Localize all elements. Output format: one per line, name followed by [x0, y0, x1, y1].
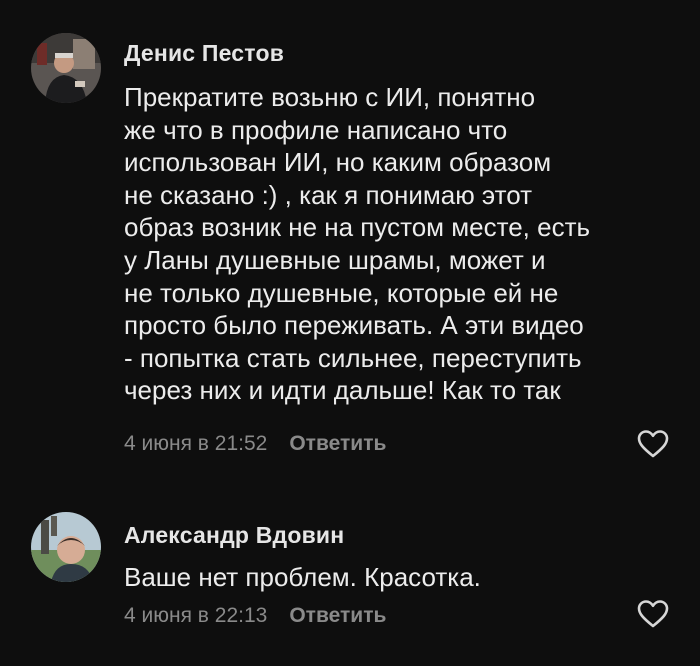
comment-1: Денис Пестов Прекратите возьню с ИИ, пон… [0, 0, 700, 490]
like-button[interactable] [637, 429, 669, 459]
reply-button[interactable]: Ответить [289, 604, 386, 628]
heart-icon [637, 430, 669, 458]
avatar[interactable] [31, 512, 101, 582]
like-button[interactable] [637, 599, 669, 629]
comment-text: Прекратите возьню с ИИ, понятно же что в… [124, 82, 591, 406]
avatar-photo-icon [31, 33, 101, 103]
comment-meta: 4 июня в 21:52 Ответить [124, 432, 386, 456]
comment-date[interactable]: 4 июня в 22:13 [124, 604, 267, 628]
reply-button[interactable]: Ответить [289, 432, 386, 456]
comment-2: Александр Вдовин Ваше нет проблем. Красо… [0, 490, 700, 666]
comment-author[interactable]: Денис Пестов [124, 40, 284, 67]
comment-date[interactable]: 4 июня в 21:52 [124, 432, 267, 456]
avatar[interactable] [31, 33, 101, 103]
heart-icon [637, 600, 669, 628]
avatar-photo-icon [31, 512, 101, 582]
comment-meta: 4 июня в 22:13 Ответить [124, 604, 386, 628]
comment-text: Ваше нет проблем. Красотка. [124, 562, 481, 592]
comment-author[interactable]: Александр Вдовин [124, 522, 344, 549]
